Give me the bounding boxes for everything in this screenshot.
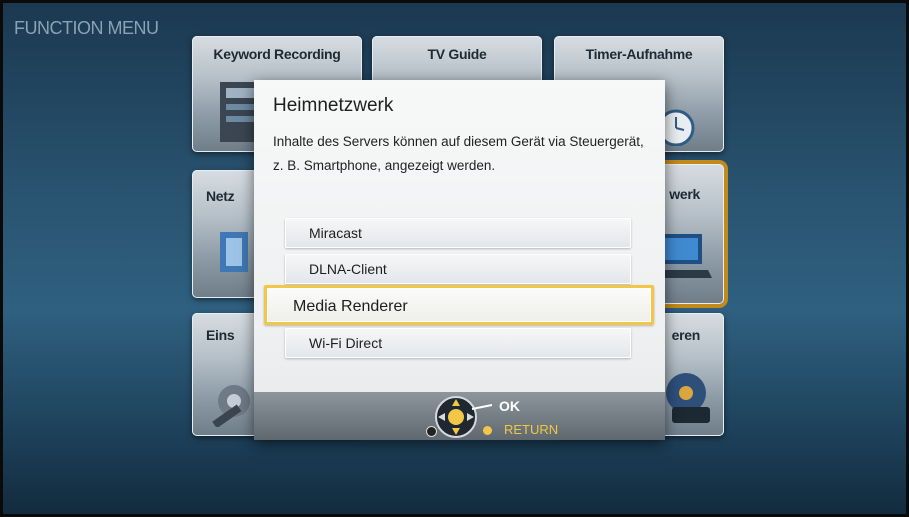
option-label: Wi-Fi Direct (309, 335, 383, 351)
media-disc-icon (666, 373, 710, 423)
yellow-dot-icon (483, 426, 492, 435)
option-wifi-direct[interactable]: Wi-Fi Direct (285, 328, 631, 358)
option-label: Media Renderer (293, 298, 408, 315)
option-miracast[interactable]: Miracast (285, 218, 631, 248)
network-icon (220, 232, 248, 272)
option-dlna-client[interactable]: DLNA-Client (285, 254, 631, 284)
tile-label: Keyword Recording (213, 46, 341, 62)
dialog-description: Inhalte des Servers können auf diesem Ge… (273, 134, 644, 173)
ok-hint: OK (499, 398, 520, 414)
return-hint: RETURN (504, 422, 559, 437)
black-dot-icon (426, 426, 437, 437)
option-label: Miracast (309, 225, 362, 241)
function-menu-title: FUNCTION MENU (14, 18, 159, 38)
tile-label: TV Guide (427, 46, 487, 62)
option-label: DLNA-Client (309, 261, 387, 277)
dialog-title: Heimnetzwerk (273, 95, 394, 116)
tile-label: Timer-Aufnahme (585, 46, 693, 62)
option-media-renderer[interactable]: Media Renderer (264, 285, 654, 325)
heimnetzwerk-dialog: Heimnetzwerk Inhalte des Servers können … (254, 80, 665, 440)
dialog-footer: OK RETURN (254, 392, 665, 440)
